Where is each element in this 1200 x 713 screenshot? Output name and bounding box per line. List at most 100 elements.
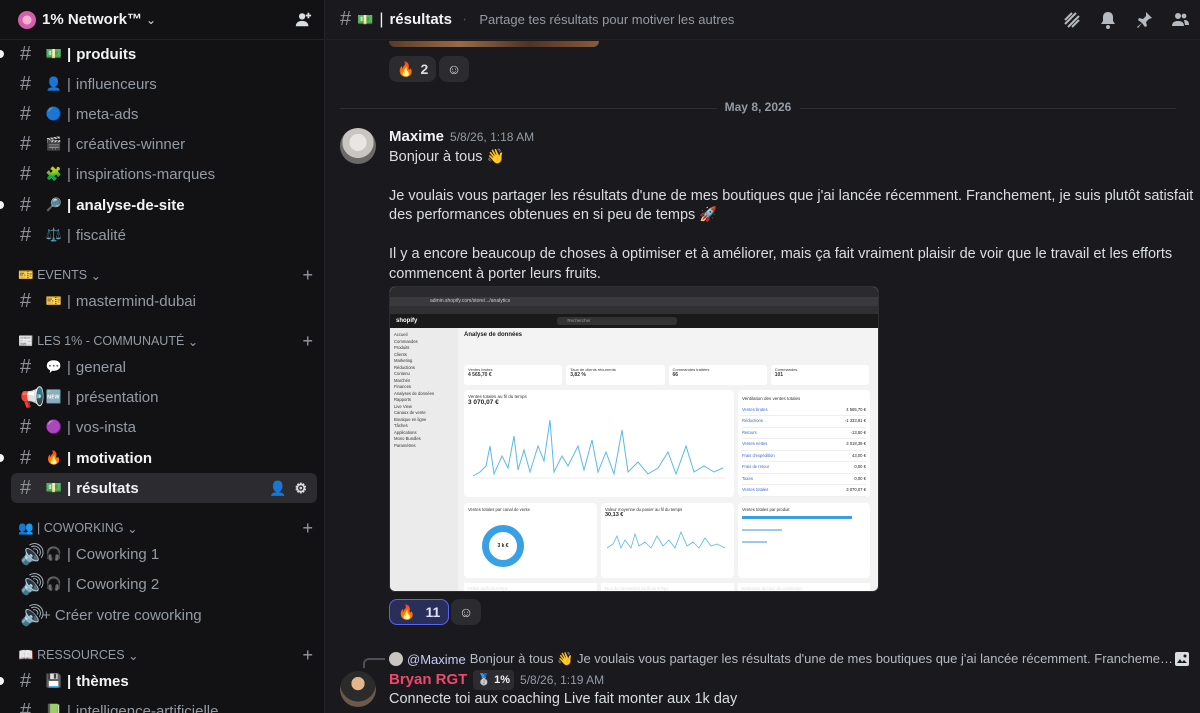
voice-coworking-2[interactable]: 🔊 🎧 | Coworking 2 [11, 569, 317, 599]
add-channel-icon[interactable]: + [302, 331, 313, 352]
create-coworking-label: + Créer votre coworking [42, 606, 202, 624]
avatar[interactable] [340, 671, 376, 707]
channel-sales-card: Ventes totales par canal de vente 3 k € [464, 503, 597, 578]
hash-icon: # [20, 193, 32, 216]
channel-analyse-de-site[interactable]: # 🔎 | analyse-de-site [11, 190, 317, 220]
invite-people-icon[interactable] [294, 11, 312, 29]
channel-intelligence-artificielle[interactable]: # 📗 | intelligence-artificielle [11, 696, 317, 713]
kpi-card: Ventes brutes 4 565,70 € [464, 365, 563, 385]
add-channel-icon[interactable]: + [302, 645, 313, 666]
pin-icon[interactable] [1134, 10, 1154, 30]
hash-icon: # [20, 415, 32, 438]
channel-emoji: 🟣 [45, 419, 63, 434]
kpi-row: Ventes brutes 4 565,70 € Taux de clients r… [464, 365, 869, 385]
author-name[interactable]: Maxime [389, 128, 444, 145]
channel-label: créatives-winner [75, 135, 186, 153]
sales-chart-card: Ventes totales au fil du temps 3 070,07 … [464, 390, 734, 497]
emoji-smile-icon: ☺ [446, 61, 462, 77]
server-icon [18, 10, 36, 29]
channel-emoji: 🎧 [45, 576, 63, 591]
kpi-card: Commandes 101 [770, 365, 869, 385]
breakdown-value: 43,00 € [852, 452, 866, 458]
channel-resultats[interactable]: # 💵 | résultats 👤 ⚙ [11, 473, 317, 503]
server-header[interactable]: 1% Network™ ⌄ [0, 0, 324, 40]
breakdown-row: Frais d'expédition 43,00 € [742, 451, 866, 462]
channel-label: motivation [76, 449, 153, 467]
category-coworking[interactable]: 👥 | COWORKING ⌄ + [18, 518, 313, 538]
channel-influenceurs[interactable]: # 👤 | influenceurs [11, 69, 317, 99]
message-header: Maxime 5/8/26, 1:18 AM [389, 127, 534, 147]
voice-coworking-1[interactable]: 🔊 🎧 | Coworking 1 [11, 539, 317, 569]
category-label: EVENTS [37, 268, 88, 282]
hash-icon: # [20, 42, 32, 65]
channel-emoji: 💬 [45, 359, 63, 374]
channel-emoji: 🎧 [45, 546, 63, 561]
reply-reference[interactable]: @Maxime Bonjour à tous 👋 Je voulais vous… [389, 650, 1190, 668]
channel-fiscalite[interactable]: # ⚖️ | fiscalité [11, 220, 317, 250]
channel-produits[interactable]: # 💵 | produits [11, 39, 317, 69]
category-ressources[interactable]: 📖 RESSOURCES ⌄ + [18, 645, 313, 665]
bell-icon[interactable] [1098, 10, 1118, 30]
breakdown-row: Ventes nettes 3 018,39 € [742, 439, 866, 451]
breakdown-row: Retours -13,50 € [742, 428, 866, 439]
avatar[interactable] [340, 128, 376, 164]
hash-icon: # [20, 102, 32, 125]
channel-emoji: 👤 [45, 76, 63, 91]
channel-label: thèmes [76, 672, 129, 690]
hash-icon: # [20, 355, 32, 378]
gear-icon[interactable]: ⚙ [294, 480, 307, 497]
hash-icon: # [20, 669, 32, 692]
channel-motivation[interactable]: # 🔥 | motivation [11, 443, 317, 473]
create-coworking[interactable]: 🔊 + Créer votre coworking [11, 600, 317, 630]
channel-emoji: 💵 [45, 480, 63, 495]
channel-general[interactable]: # 💬 | general [11, 352, 317, 382]
category-emoji: 📖 [18, 647, 34, 662]
hash-icon: # [20, 72, 32, 95]
reaction-count: 11 [425, 604, 441, 620]
speaker-icon: 🔊 [20, 543, 45, 566]
add-reaction-button[interactable]: ☺ [451, 599, 481, 625]
date-divider: May 8, 2026 [340, 100, 1176, 114]
invite-icon[interactable]: 👤 [269, 480, 286, 497]
category-communaute[interactable]: 📰 LES 1% - COMMUNAUTÉ ⌄ + [18, 331, 313, 351]
kpi-value: 3,82 % [570, 372, 586, 378]
channel-presentation[interactable]: 📢 🆕 | présentation [11, 382, 317, 412]
channel-topic[interactable]: Partage tes résultats pour motiver les a… [479, 12, 734, 27]
unread-indicator [0, 50, 4, 58]
category-label: LES 1% - COMMUNAUTÉ [37, 334, 185, 348]
breakdown-row: Ventes totales 3 070,07 € [742, 485, 866, 497]
reaction-fire[interactable]: 🔥 2 [389, 56, 437, 82]
image-attachment[interactable]: admin.shopify.com/store/.../analytics sh… [389, 286, 879, 592]
reaction-fire[interactable]: 🔥 11 [389, 599, 450, 625]
unread-indicator [0, 454, 4, 462]
channel-creatives-winner[interactable]: # 🎬 | créatives-winner [11, 129, 317, 159]
card-title: Taux de conversion au fil du temps [601, 583, 734, 591]
channel-meta-ads[interactable]: # 🔵 | meta-ads [11, 99, 317, 129]
chart-value: 3 070,07 € [468, 399, 499, 406]
channel-vos-insta[interactable]: # 🟣 | vos-insta [11, 412, 317, 442]
member-list-icon[interactable] [1170, 10, 1190, 30]
add-channel-icon[interactable]: + [302, 265, 313, 286]
hash-icon: # [340, 8, 352, 30]
donut-chart: 3 k € [482, 525, 524, 567]
browser-tabbar [390, 287, 878, 297]
channel-themes[interactable]: # 💾 | thèmes [11, 666, 317, 696]
category-events[interactable]: 🎫 EVENTS ⌄ + [18, 265, 313, 285]
reply-author[interactable]: @Maxime [407, 652, 466, 667]
header-separator: | [379, 10, 384, 28]
hash-icon: # [20, 446, 32, 469]
channel-inspirations-marques[interactable]: # 🧩 | inspirations-marques [11, 159, 317, 189]
channel-sidebar: 1% Network™ ⌄ # 💵 | produits # 👤 | influenceur… [0, 0, 325, 713]
breakdown-row: Taxes 0,00 € [742, 474, 866, 485]
threads-icon[interactable] [1062, 10, 1082, 30]
channel-emoji: 🔎 [45, 197, 63, 212]
avg-cart-card: Valeur moyenne du panier au fil du temps… [601, 503, 734, 578]
add-channel-icon[interactable]: + [302, 518, 313, 539]
author-name[interactable]: Bryan RGT [389, 670, 467, 690]
breakdown-row: Frais de retour 0,00 € [742, 462, 866, 474]
previous-image-attachment[interactable] [389, 41, 599, 47]
add-reaction-button[interactable]: ☺ [439, 56, 469, 82]
channel-mastermind-dubai[interactable]: # 🎫 | mastermind-dubai [11, 286, 317, 316]
channel-label: intelligence-artificielle [75, 702, 219, 713]
breakdown-value: -13,50 € [850, 429, 866, 435]
